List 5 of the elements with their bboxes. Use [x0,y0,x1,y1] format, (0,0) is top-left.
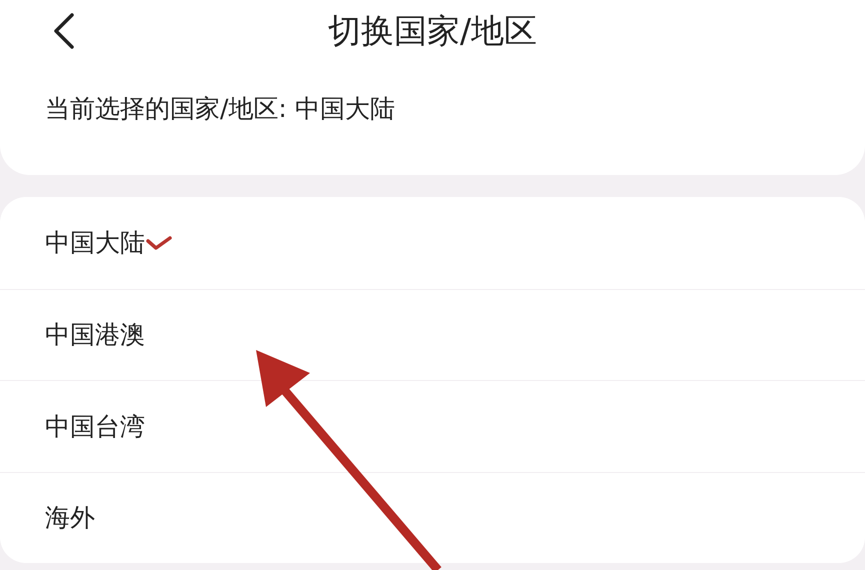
page-title: 切换国家/地区 [328,10,538,50]
checkmark-icon [145,234,173,252]
region-option[interactable]: 海外 [0,472,865,563]
region-option[interactable]: 中国大陆 [0,197,865,288]
current-region-text: 当前选择的国家/地区: 中国大陆 [45,93,395,125]
